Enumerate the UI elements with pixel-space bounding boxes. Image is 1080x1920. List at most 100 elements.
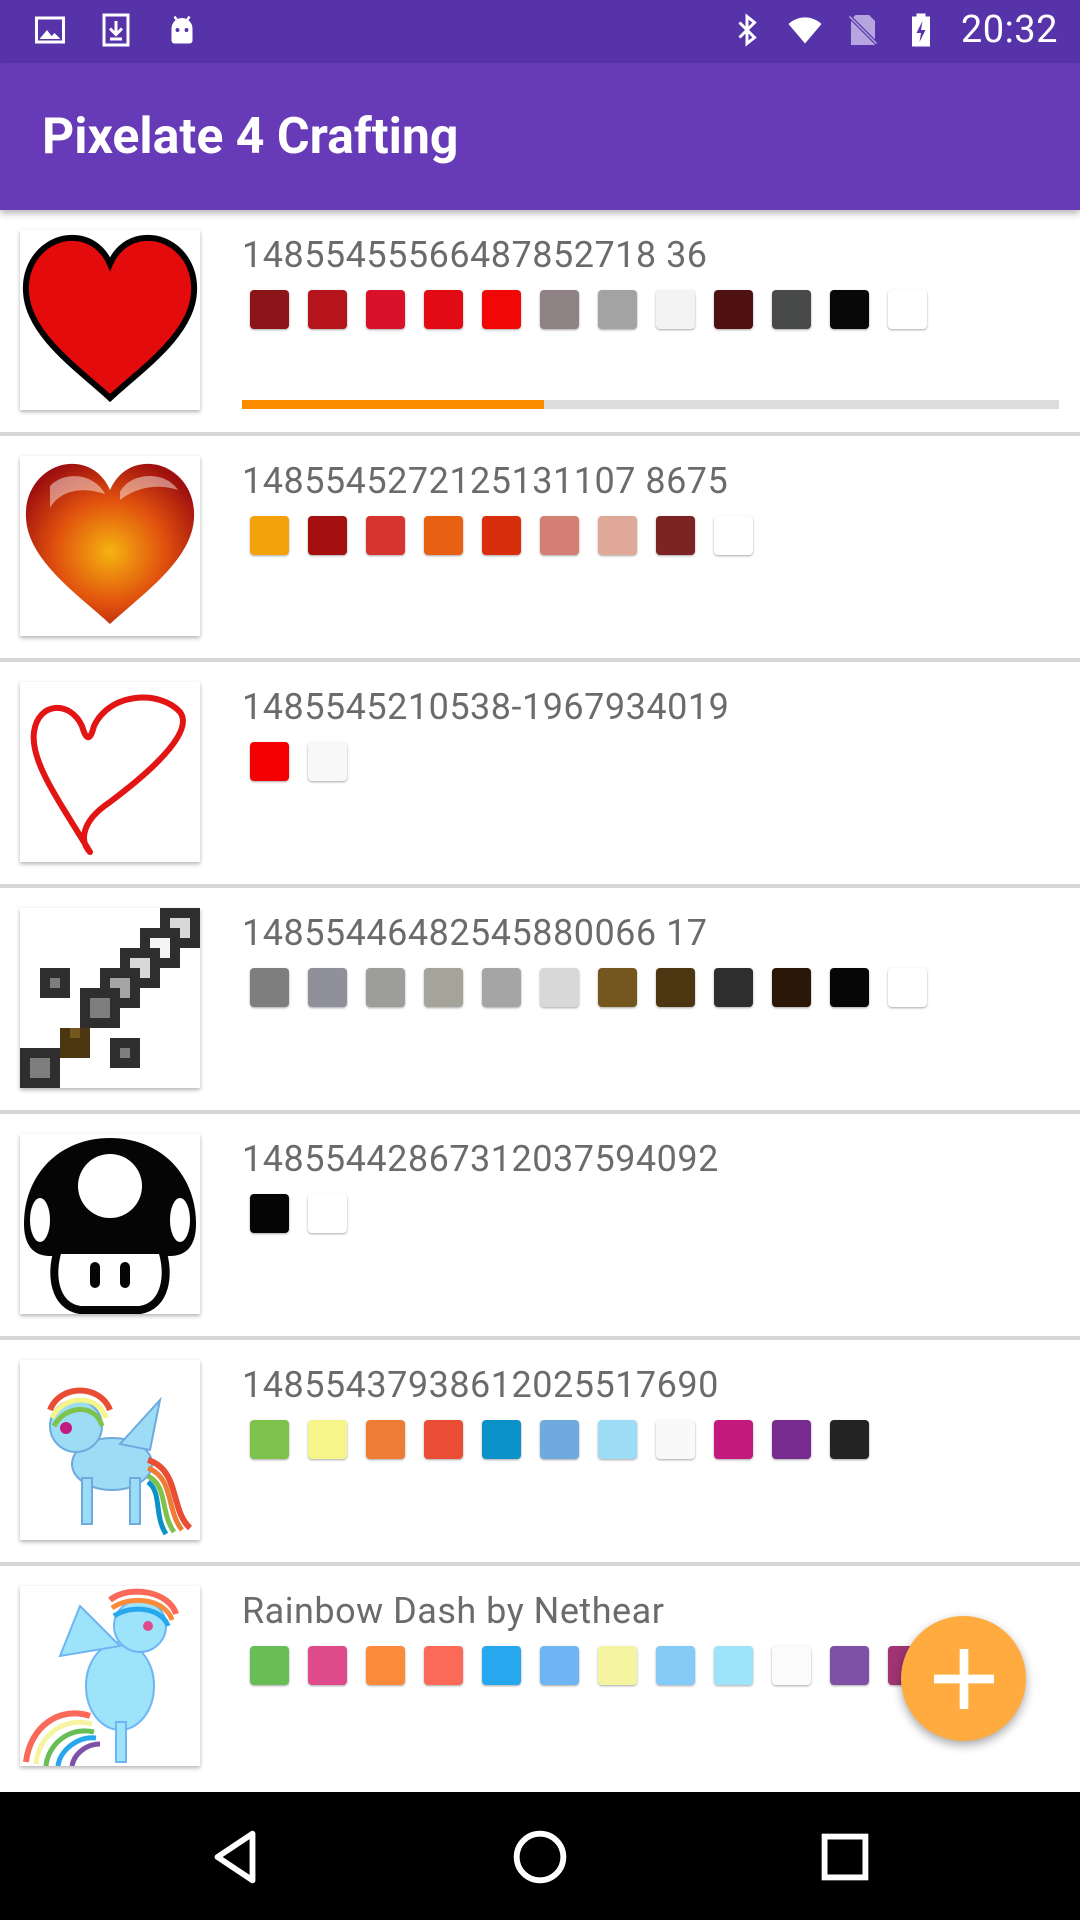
color-swatch xyxy=(482,968,521,1007)
battery-charging-icon xyxy=(911,13,930,47)
color-swatch xyxy=(540,968,579,1007)
color-swatch xyxy=(424,290,463,329)
color-swatch xyxy=(714,1420,753,1459)
color-swatch xyxy=(772,290,811,329)
item-title: Rainbow Dash by Nethear xyxy=(242,1590,665,1632)
progress-bar xyxy=(242,400,1059,409)
color-swatch xyxy=(308,742,347,781)
color-swatch xyxy=(598,968,637,1007)
list-item[interactable]: 14855446482545880066 17 xyxy=(0,888,1080,1114)
color-swatch xyxy=(250,1646,289,1685)
item-title: 1485545210538-1967934019 xyxy=(242,686,730,728)
color-swatch xyxy=(656,968,695,1007)
color-swatches xyxy=(250,742,347,781)
list-item[interactable]: 1485545210538-1967934019 xyxy=(0,662,1080,888)
color-swatch xyxy=(656,290,695,329)
list-item[interactable]: 1485545272125131107 8675 xyxy=(0,436,1080,662)
thumbnail-mushroom xyxy=(20,1134,200,1314)
pixel-sword-icon xyxy=(20,908,200,1088)
color-swatch xyxy=(598,1420,637,1459)
list-item[interactable]: 14855442867312037594092 xyxy=(0,1114,1080,1340)
color-swatch xyxy=(598,516,637,555)
app-title: Pixelate 4 Crafting xyxy=(42,108,459,166)
color-swatches xyxy=(250,290,927,329)
color-swatch xyxy=(308,516,347,555)
item-title: 1485545272125131107 8675 xyxy=(242,460,729,502)
pony-rearing-icon xyxy=(23,1588,179,1766)
color-swatch xyxy=(714,968,753,1007)
add-pattern-button[interactable] xyxy=(901,1616,1026,1741)
color-swatch xyxy=(540,1420,579,1459)
color-swatch xyxy=(772,968,811,1007)
color-swatch xyxy=(482,1646,521,1685)
red-heart-icon xyxy=(22,234,198,403)
color-swatch xyxy=(366,1420,405,1459)
thumbnail-glossy-heart xyxy=(20,456,200,636)
color-swatch xyxy=(308,290,347,329)
color-swatch xyxy=(366,1646,405,1685)
color-swatch xyxy=(250,290,289,329)
android-icon xyxy=(171,15,193,44)
color-swatch xyxy=(250,742,289,781)
image-icon xyxy=(35,16,65,44)
color-swatch xyxy=(424,1420,463,1459)
color-swatch xyxy=(424,968,463,1007)
home-icon[interactable] xyxy=(505,1822,575,1892)
color-swatch xyxy=(540,516,579,555)
color-swatches xyxy=(250,516,753,555)
status-clock: 20:32 xyxy=(960,8,1058,52)
color-swatch xyxy=(888,968,927,1007)
thumbnail-pixel-sword xyxy=(20,908,200,1088)
pattern-list: 14855455566487852718 36 1485545272125131… xyxy=(0,210,1080,1788)
color-swatch xyxy=(366,968,405,1007)
color-swatch xyxy=(656,1646,695,1685)
color-swatch xyxy=(540,290,579,329)
item-title: 14855442867312037594092 xyxy=(242,1138,719,1180)
item-title: 14855446482545880066 17 xyxy=(242,912,708,954)
color-swatch xyxy=(540,1646,579,1685)
recents-icon[interactable] xyxy=(810,1822,880,1892)
color-swatch xyxy=(482,290,521,329)
navigation-bar xyxy=(0,1792,1080,1920)
list-item[interactable]: 14855455566487852718 36 xyxy=(0,210,1080,436)
color-swatch xyxy=(308,968,347,1007)
glossy-heart-icon xyxy=(25,463,195,624)
thumbnail-pony-standing xyxy=(20,1360,200,1540)
color-swatch xyxy=(482,1420,521,1459)
status-bar: 20:32 xyxy=(0,0,1080,63)
thumbnail-sketch-heart xyxy=(20,682,200,862)
color-swatch xyxy=(830,1420,869,1459)
pony-standing-icon xyxy=(47,1387,193,1536)
color-swatches xyxy=(250,1194,347,1233)
color-swatches xyxy=(250,1646,927,1685)
color-swatches xyxy=(250,968,927,1007)
color-swatch xyxy=(366,290,405,329)
color-swatch xyxy=(366,516,405,555)
mushroom-icon xyxy=(24,1138,196,1314)
back-icon[interactable] xyxy=(200,1822,270,1892)
sketch-heart-icon xyxy=(30,694,186,855)
color-swatch xyxy=(772,1420,811,1459)
color-swatch xyxy=(424,516,463,555)
list-item[interactable]: 14855437938612025517690 xyxy=(0,1340,1080,1566)
color-swatch xyxy=(656,1420,695,1459)
color-swatch xyxy=(714,516,753,555)
color-swatch xyxy=(830,1646,869,1685)
app-bar: Pixelate 4 Crafting xyxy=(0,63,1080,210)
color-swatch xyxy=(424,1646,463,1685)
color-swatch xyxy=(714,1646,753,1685)
color-swatch xyxy=(830,290,869,329)
thumbnail-pony-rearing xyxy=(20,1586,200,1766)
color-swatch xyxy=(772,1646,811,1685)
color-swatch xyxy=(308,1420,347,1459)
item-title: 14855455566487852718 36 xyxy=(242,234,708,276)
plus-icon xyxy=(933,1648,994,1709)
color-swatch xyxy=(714,290,753,329)
color-swatch xyxy=(598,290,637,329)
color-swatch xyxy=(656,516,695,555)
progress-fill xyxy=(242,400,545,409)
bluetooth-icon xyxy=(738,13,757,47)
thumbnail-red-heart xyxy=(20,230,200,410)
color-swatch xyxy=(250,1194,289,1233)
color-swatch xyxy=(250,516,289,555)
